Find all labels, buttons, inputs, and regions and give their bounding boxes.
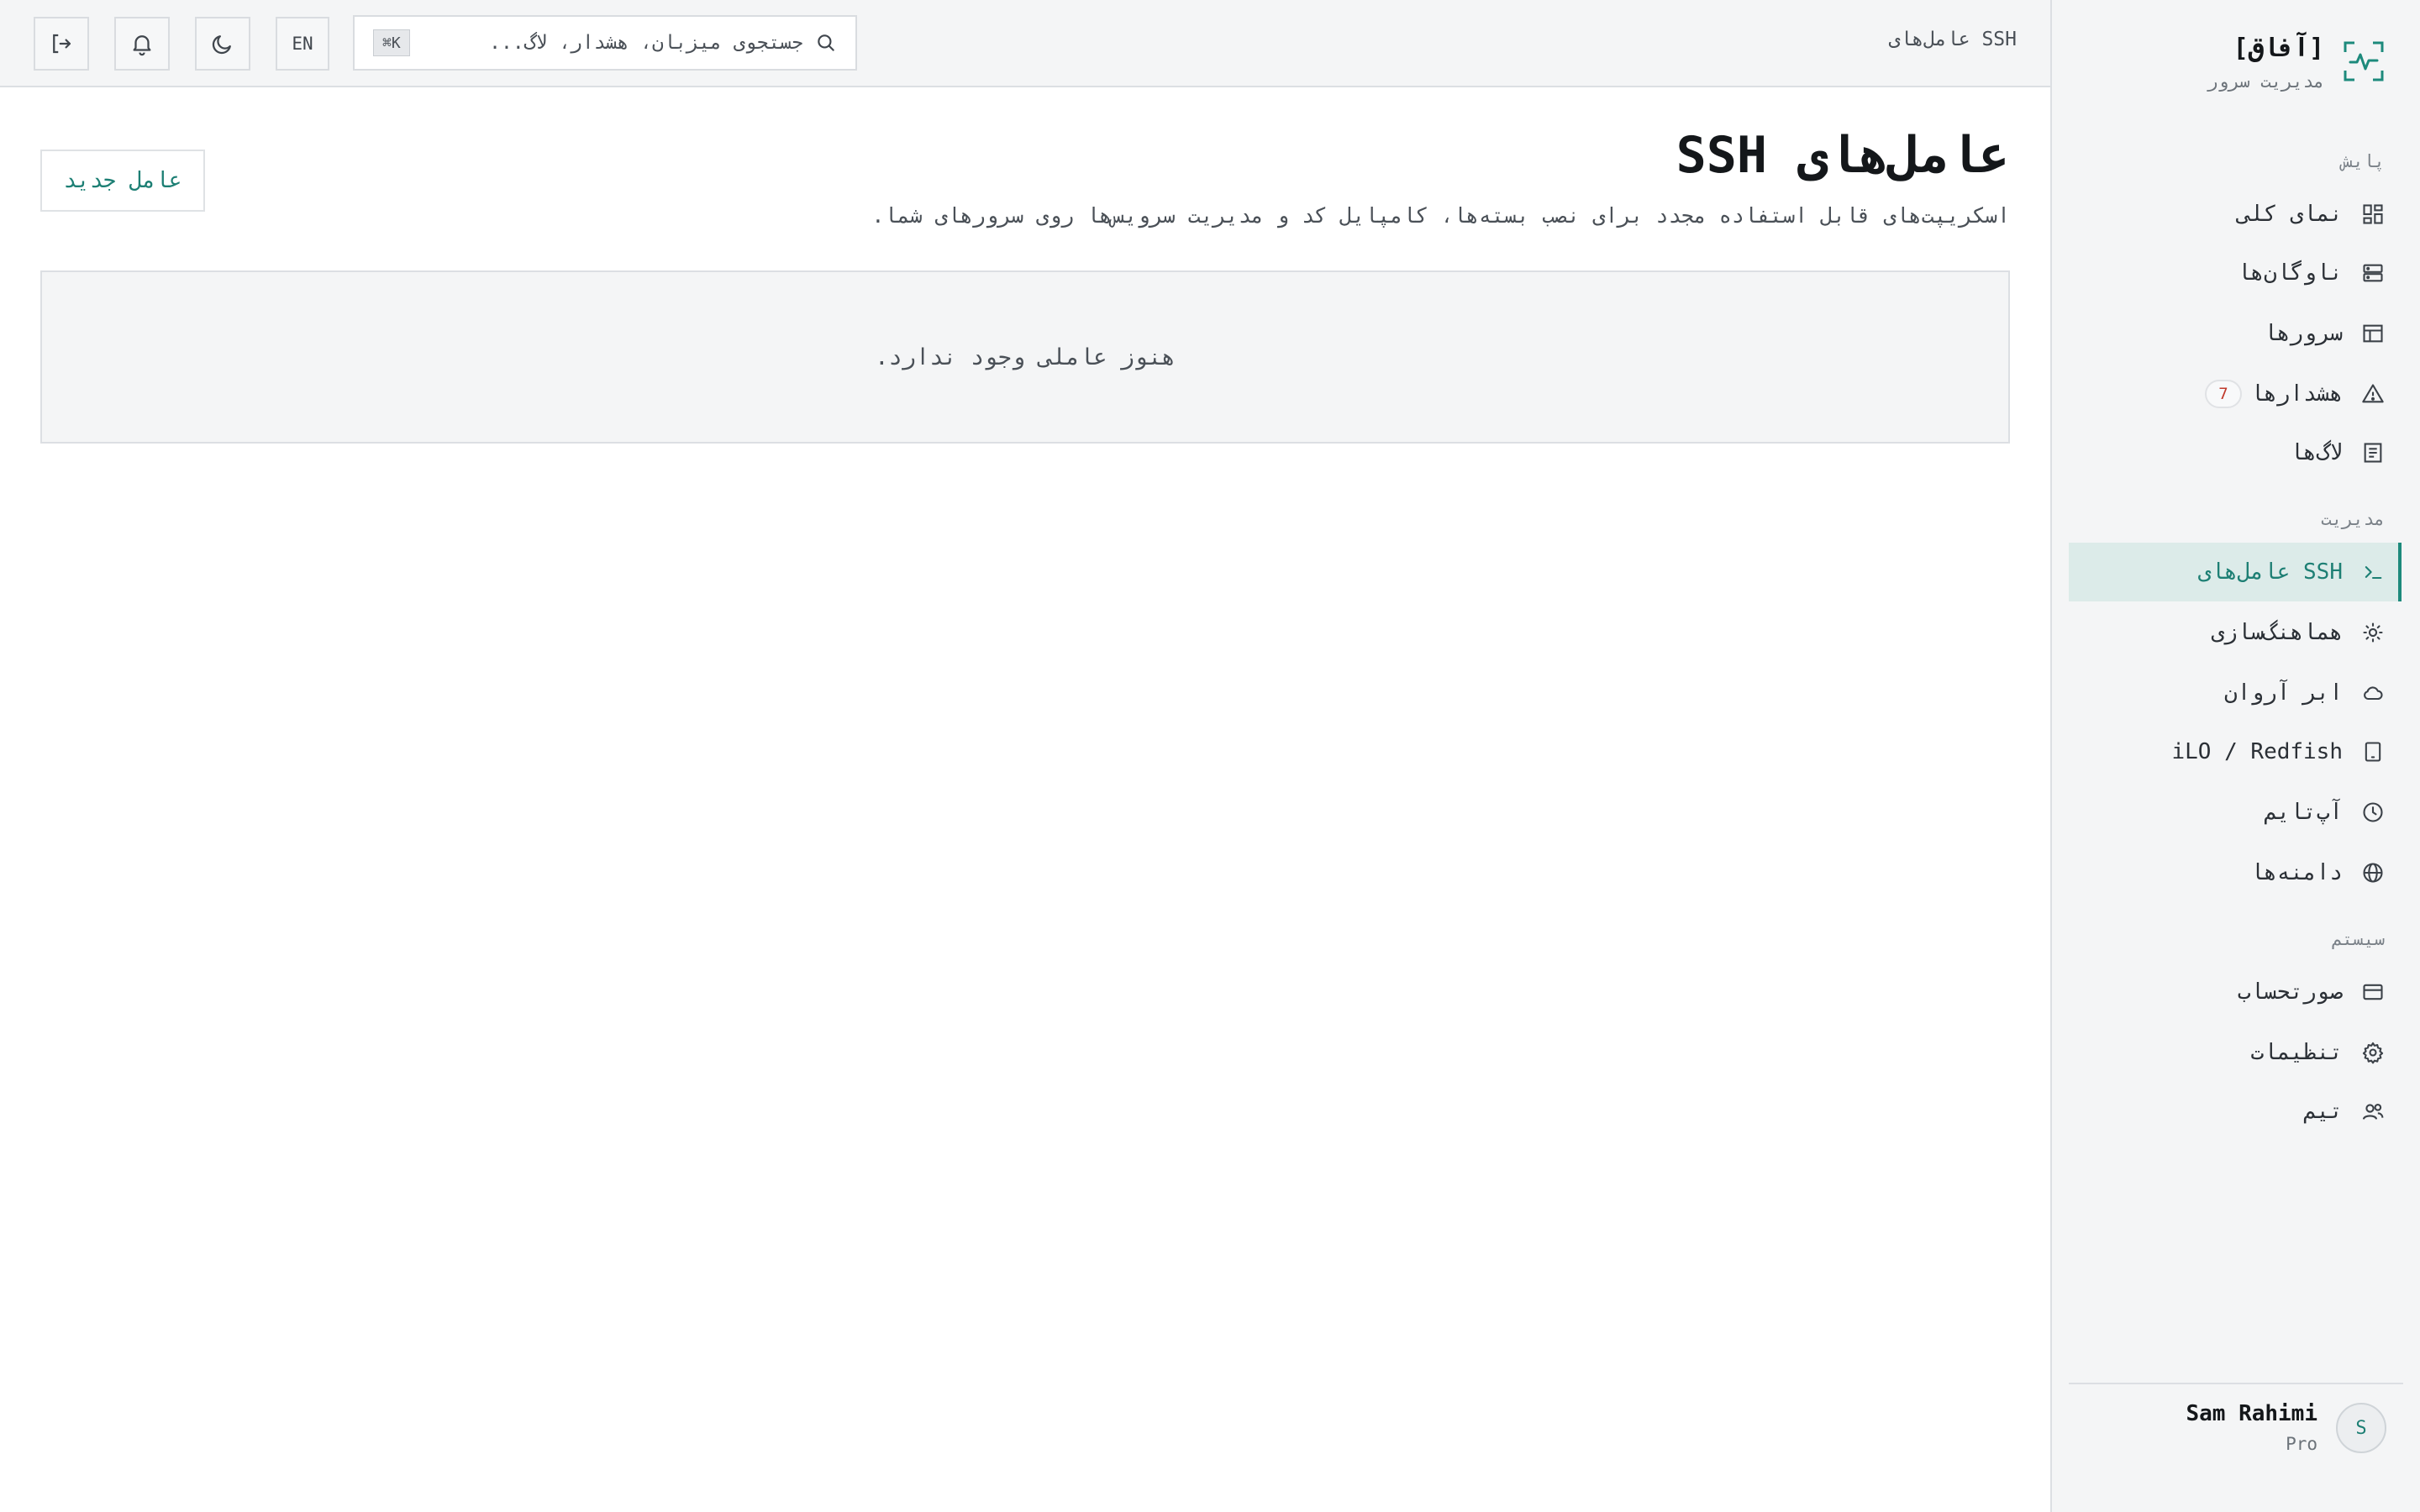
sidebar-item-label: تیم	[2303, 1099, 2343, 1124]
sidebar-item-label: دامنه‌ها	[2250, 860, 2343, 885]
sidebar-item-label: عامل‌های SSH	[2197, 559, 2343, 585]
table-icon	[2363, 324, 2383, 343]
terminal-icon	[2365, 566, 2382, 580]
sidebar-item-label: صورتحساب	[2237, 979, 2343, 1005]
users-icon	[2362, 1104, 2384, 1120]
breadcrumb: عامل‌های SSH	[1888, 29, 2017, 50]
page-description: اسکریپت‌های قابل استفاده مجدد برای نصب ب…	[871, 203, 2010, 228]
sidebar-item-domains[interactable]: دامنه‌ها	[2069, 843, 2402, 902]
page-title: عامل‌های SSH	[1676, 126, 2010, 185]
nav-section-monitoring-title: پایش	[2342, 151, 2385, 171]
nav-section-management-title: مدیریت	[2321, 509, 2385, 529]
clock-icon	[2363, 802, 2383, 822]
empty-state-text: هنوز عاملی وجود ندارد.	[875, 344, 1176, 370]
moon-icon	[212, 35, 231, 55]
sidebar-item-label: سرورها	[2264, 321, 2343, 346]
cloud-icon	[2364, 686, 2383, 701]
sun-icon	[2363, 622, 2383, 643]
nav-section-system-title: سیستم	[2331, 929, 2385, 949]
sidebar-item-billing[interactable]: صورتحساب	[2069, 963, 2402, 1021]
sidebar-item-uptime[interactable]: آپ‌تایم	[2069, 783, 2402, 842]
empty-state: هنوز عاملی وجود ندارد.	[40, 270, 2010, 444]
sidebar-item-label: ناوگان‌ها	[2237, 260, 2343, 286]
notifications-button[interactable]	[114, 17, 170, 71]
sidebar-item-arvan-cloud[interactable]: ابر آروان	[2069, 664, 2402, 722]
sidebar-item-ilo-redfish[interactable]: iLO / Redfish	[2069, 722, 2402, 781]
sidebar-divider	[2069, 1383, 2403, 1384]
sidebar-item-label: iLO / Redfish	[2171, 739, 2344, 764]
avatar[interactable]: S	[2336, 1403, 2386, 1453]
sidebar-item-logs[interactable]: لاگ‌ها	[2069, 423, 2402, 482]
language-toggle-button[interactable]: EN	[276, 17, 329, 71]
search-input[interactable]	[421, 32, 803, 54]
pulse-logo-icon	[2344, 41, 2384, 81]
sidebar-item-alerts[interactable]: هشدارها 7	[2069, 365, 2402, 423]
sidebar-item-settings[interactable]: تنظیمات	[2069, 1023, 2402, 1082]
sidebar-item-servers[interactable]: سرورها	[2069, 304, 2402, 363]
bell-icon	[133, 35, 151, 56]
credit-card-icon	[2363, 984, 2383, 1000]
search-shortcut-hint: ⌘K	[373, 29, 410, 56]
topbar: عامل‌های SSH ⌘K EN	[0, 0, 2050, 87]
brand[interactable]: [آفاق] مدیریت سرور	[2207, 29, 2385, 94]
sidebar-item-label: نمای کلی	[2237, 202, 2343, 227]
dashboard-icon	[2363, 204, 2383, 224]
search-icon	[818, 34, 834, 51]
sidebar-item-ssh-agents[interactable]: عامل‌های SSH	[2069, 543, 2402, 601]
sidebar-item-orchestration[interactable]: هماهنگ‌سازی	[2069, 603, 2402, 662]
warning-icon	[2362, 384, 2384, 403]
sidebar-item-label: تنظیمات	[2250, 1040, 2343, 1065]
user-name: Sam Rahimi	[2186, 1401, 2317, 1426]
sidebar-item-team[interactable]: تیم	[2069, 1082, 2402, 1141]
logout-icon	[53, 34, 71, 54]
new-agent-button[interactable]: عامل جدید	[40, 150, 205, 212]
alerts-count-badge: 7	[2205, 380, 2242, 408]
sidebar-item-label: لاگ‌ها	[2290, 440, 2343, 465]
brand-subtitle: مدیریت سرور	[2207, 71, 2324, 92]
sidebar-item-label: آپ‌تایم	[2264, 800, 2343, 825]
sidebar-item-label: ابر آروان	[2224, 680, 2343, 706]
sidebar-item-overview[interactable]: نمای کلی	[2069, 185, 2402, 244]
sidebar-item-label: هماهنگ‌سازی	[2211, 620, 2343, 645]
tablet-icon	[2365, 742, 2381, 762]
sidebar-item-label: هشدارها	[2250, 381, 2343, 407]
gear-icon	[2362, 1042, 2384, 1064]
search-box[interactable]: ⌘K	[353, 15, 857, 71]
document-icon	[2364, 443, 2382, 463]
main-content: عامل‌های SSH اسکریپت‌های قابل استفاده مج…	[0, 87, 2050, 1512]
user-profile[interactable]: S Sam Rahimi Pro	[2186, 1398, 2386, 1458]
globe-icon	[2363, 863, 2383, 883]
server-stack-icon	[2363, 264, 2383, 282]
user-plan: Pro	[2286, 1434, 2317, 1454]
sidebar: [آفاق] مدیریت سرور پایش نمای کلی ناوگان‌…	[2050, 0, 2420, 1512]
sidebar-item-fleets[interactable]: ناوگان‌ها	[2069, 244, 2402, 302]
logout-button[interactable]	[34, 17, 89, 71]
brand-title: [آفاق]	[2233, 34, 2324, 63]
theme-toggle-button[interactable]	[195, 17, 250, 71]
